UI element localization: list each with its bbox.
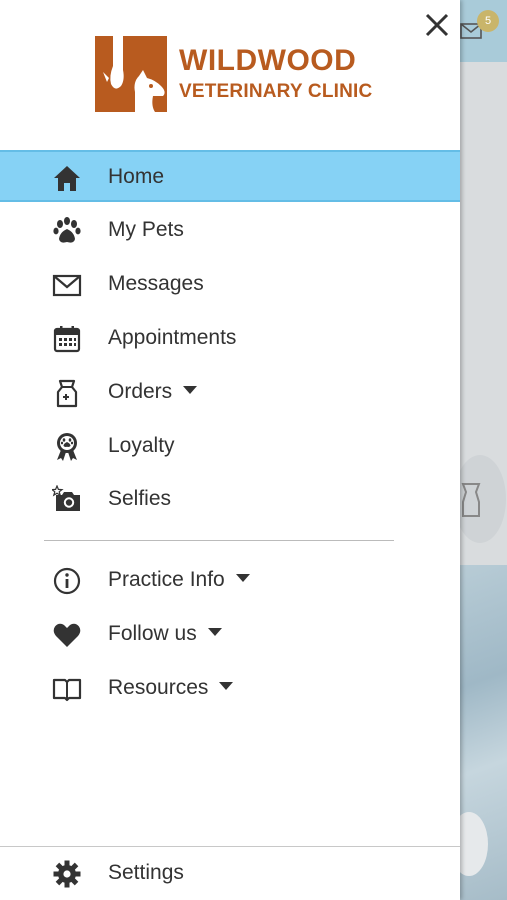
menu-label-settings: Settings <box>108 861 184 884</box>
menu-label-practice-info: Practice Info <box>108 568 250 592</box>
paw-icon <box>53 217 81 243</box>
menu-label-loyalty: Loyalty <box>108 434 175 457</box>
menu-label-resources: Resources <box>108 676 234 700</box>
menu-label-my-pets: My Pets <box>108 218 184 241</box>
logo-name: WILDWOOD <box>179 44 357 77</box>
camera-icon <box>52 485 80 511</box>
menu-item-my-pets[interactable]: My Pets <box>0 204 460 256</box>
menu-divider <box>44 540 394 541</box>
chevron-down-icon <box>235 574 250 583</box>
home-icon <box>54 166 80 191</box>
food-bag-icon <box>461 483 481 517</box>
chevron-down-icon <box>183 386 198 395</box>
menu-label-selfies: Selfies <box>108 487 172 510</box>
menu-item-practice-info[interactable]: Practice Info <box>0 554 460 606</box>
menu-label-follow-us: Follow us <box>108 622 222 646</box>
calendar-icon <box>53 326 81 353</box>
award-ribbon-icon <box>57 433 77 461</box>
menu-item-resources[interactable]: Resources <box>0 662 460 714</box>
notification-badge: 5 <box>477 10 499 32</box>
menu-item-loyalty[interactable]: Loyalty <box>0 420 460 472</box>
resources-label-text: Resources <box>108 676 209 699</box>
menu-label-messages: Messages <box>108 272 204 295</box>
info-icon <box>53 567 81 595</box>
navigation-drawer: WILDWOOD VETERINARY CLINIC Home My Pets … <box>0 0 460 900</box>
clinic-logo: WILDWOOD VETERINARY CLINIC <box>95 36 373 114</box>
close-icon[interactable] <box>420 8 454 42</box>
menu-item-messages[interactable]: Messages <box>0 258 460 310</box>
menu-item-settings[interactable]: Settings <box>0 847 460 899</box>
menu-item-appointments[interactable]: Appointments <box>0 312 460 364</box>
menu-label-appointments: Appointments <box>108 326 237 349</box>
food-bag-icon <box>56 379 78 408</box>
menu-item-follow-us[interactable]: Follow us <box>0 608 460 660</box>
chevron-down-icon <box>207 628 222 637</box>
orders-label-text: Orders <box>108 380 173 403</box>
gear-icon <box>53 860 81 888</box>
follow-us-label-text: Follow us <box>108 622 197 645</box>
menu-item-home[interactable]: Home <box>0 150 460 202</box>
logo-mark <box>95 36 167 112</box>
envelope-icon <box>52 274 82 297</box>
practice-info-label-text: Practice Info <box>108 568 225 591</box>
chevron-down-icon <box>219 682 234 691</box>
menu-item-selfies[interactable]: Selfies <box>0 473 460 525</box>
book-icon <box>52 678 82 702</box>
background-app: 5 <box>460 0 507 900</box>
logo-subtitle: VETERINARY CLINIC <box>179 81 373 102</box>
menu-item-orders[interactable]: Orders <box>0 366 460 418</box>
menu-label-orders: Orders <box>108 380 198 404</box>
menu-label-home: Home <box>108 165 165 188</box>
heart-icon <box>53 623 81 647</box>
